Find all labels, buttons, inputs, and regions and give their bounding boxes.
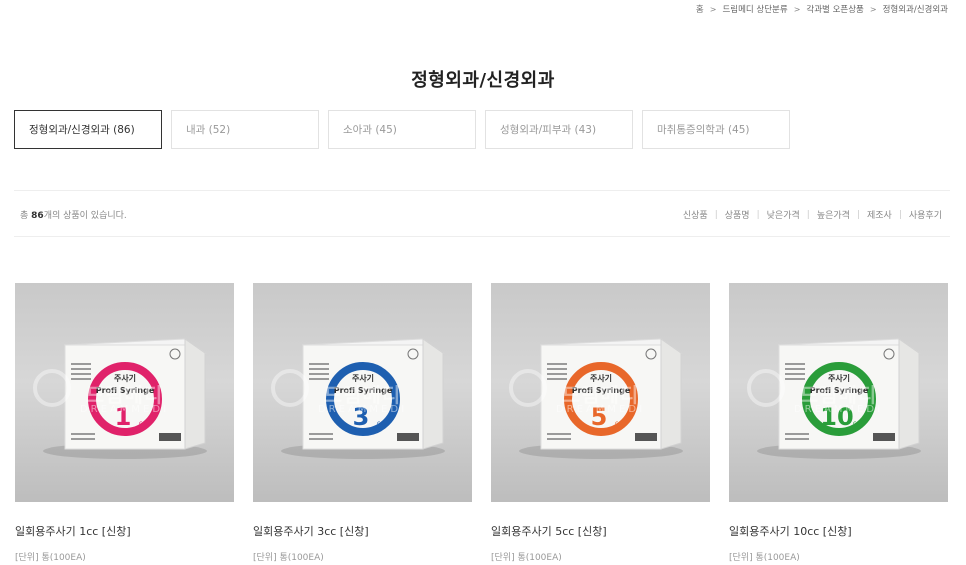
box-label-line: [71, 368, 91, 370]
tab-orthopedics-neurosurgery[interactable]: 정형외과/신경외과 (86): [14, 110, 162, 149]
barcode-icon: [397, 433, 419, 441]
category-tabs: 정형외과/신경외과 (86) 내과 (52) 소아과 (45) 성형외과/피부과…: [14, 110, 790, 149]
box-label-line: [547, 438, 571, 440]
product-card[interactable]: 주사기 Profi Syringe 3 cc 드림메디 DREAMMEDI 일회용주사…: [253, 283, 472, 563]
product-image[interactable]: 주사기 Profi Syringe 1 cc 드림메디 DREAMMEDI: [15, 283, 234, 502]
product-image[interactable]: 주사기 Profi Syringe 5 cc 드림메디 DREAMMEDI: [491, 283, 710, 502]
watermark-sub: DREAMMEDI: [555, 404, 646, 415]
page-title: 정형외과/신경외과: [411, 70, 555, 91]
breadcrumb-top-category[interactable]: 드림메디 상단분류: [722, 3, 787, 15]
barcode-icon: [635, 433, 657, 441]
product-card[interactable]: 주사기 Profi Syringe 10 cc 드림메디 DREAMMEDI 일회용주…: [729, 283, 948, 563]
sort-separator: |: [856, 209, 860, 220]
box-unit: cc: [853, 420, 860, 427]
box-label-line: [547, 373, 567, 375]
box-label-line: [309, 438, 333, 440]
sort-low-price[interactable]: 낮은가격: [767, 208, 800, 221]
product-card[interactable]: 주사기 Profi Syringe 1 cc 드림메디 DREAMMEDI 일회용주사…: [15, 283, 234, 563]
sort-separator: |: [806, 209, 810, 220]
box-label-line: [309, 433, 333, 435]
tab-anesthesiology-pain[interactable]: 마취통증의학과 (45): [642, 110, 790, 149]
product-name[interactable]: 일회용주사기 10cc [신창]: [729, 523, 948, 539]
tab-plastic-surgery-dermatology[interactable]: 성형외과/피부과 (43): [485, 110, 633, 149]
breadcrumb: 홈 > 드림메디 상단분류 > 각과별 오픈상품 > 정형외과/신경외과: [696, 3, 948, 16]
chevron-right-icon: >: [793, 4, 801, 14]
product-card[interactable]: 주사기 Profi Syringe 5 cc 드림메디 DREAMMEDI 일회용주사…: [491, 283, 710, 563]
divider: [14, 190, 950, 191]
product-image[interactable]: 주사기 Profi Syringe 10 cc 드림메디 DREAMMEDI: [729, 283, 948, 502]
count-prefix: 총: [20, 211, 32, 221]
watermark-sub: DREAMMEDI: [793, 404, 884, 415]
product-unit: [단위] 통(100EA): [491, 553, 562, 563]
sort-separator: |: [898, 209, 902, 220]
sort-newest[interactable]: 신상품: [683, 208, 708, 221]
box-label-line: [785, 438, 809, 440]
box-label-line: [547, 363, 567, 365]
watermark-sub: DREAMMEDI: [79, 404, 170, 415]
product-unit: [단위] 통(100EA): [15, 553, 86, 563]
box-label-line: [547, 368, 567, 370]
box-label-line: [309, 363, 329, 365]
divider: [14, 236, 950, 237]
product-name[interactable]: 일회용주사기 1cc [신창]: [15, 523, 234, 539]
sort-high-price[interactable]: 높은가격: [817, 208, 850, 221]
box-label-line: [785, 363, 805, 365]
barcode-icon: [873, 433, 895, 441]
tab-internal-medicine[interactable]: 내과 (52): [171, 110, 319, 149]
count-number: 86: [31, 211, 44, 221]
watermark-sub: DREAMMEDI: [317, 404, 408, 415]
sort-separator: |: [714, 209, 718, 220]
box-label-line: [309, 368, 329, 370]
product-count: 총 86개의 상품이 있습니다.: [20, 208, 127, 221]
box-unit: cc: [377, 420, 384, 427]
sort-options: 신상품 | 상품명 | 낮은가격 | 높은가격 | 제조사 | 사용후기: [683, 208, 942, 222]
box-label-line: [785, 373, 805, 375]
count-suffix: 개의 상품이 있습니다.: [43, 211, 127, 221]
sort-reviews[interactable]: 사용후기: [909, 208, 942, 221]
barcode-icon: [159, 433, 181, 441]
chevron-right-icon: >: [709, 4, 717, 14]
box-label-line: [309, 373, 329, 375]
box-label-line: [785, 368, 805, 370]
box-label-line: [71, 373, 91, 375]
box-unit: cc: [139, 420, 146, 427]
product-name[interactable]: 일회용주사기 5cc [신창]: [491, 523, 710, 539]
product-image[interactable]: 주사기 Profi Syringe 3 cc 드림메디 DREAMMEDI: [253, 283, 472, 502]
box-label-line: [71, 433, 95, 435]
product-grid: 주사기 Profi Syringe 1 cc 드림메디 DREAMMEDI 일회용주사…: [15, 283, 948, 563]
product-unit: [단위] 통(100EA): [729, 553, 800, 563]
box-unit: cc: [615, 420, 622, 427]
breadcrumb-home[interactable]: 홈: [696, 3, 704, 15]
product-name[interactable]: 일회용주사기 3cc [신창]: [253, 523, 472, 539]
product-unit: [단위] 통(100EA): [253, 553, 324, 563]
box-label-line: [71, 363, 91, 365]
sort-name[interactable]: 상품명: [725, 208, 750, 221]
box-label-line: [547, 433, 571, 435]
breadcrumb-current[interactable]: 정형외과/신경외과: [883, 3, 948, 15]
box-label-line: [785, 433, 809, 435]
box-label-line: [71, 438, 95, 440]
sort-manufacturer[interactable]: 제조사: [867, 208, 892, 221]
breadcrumb-department-products[interactable]: 각과별 오픈상품: [806, 3, 863, 15]
sort-separator: |: [756, 209, 760, 220]
tab-pediatrics[interactable]: 소아과 (45): [328, 110, 476, 149]
chevron-right-icon: >: [869, 4, 877, 14]
